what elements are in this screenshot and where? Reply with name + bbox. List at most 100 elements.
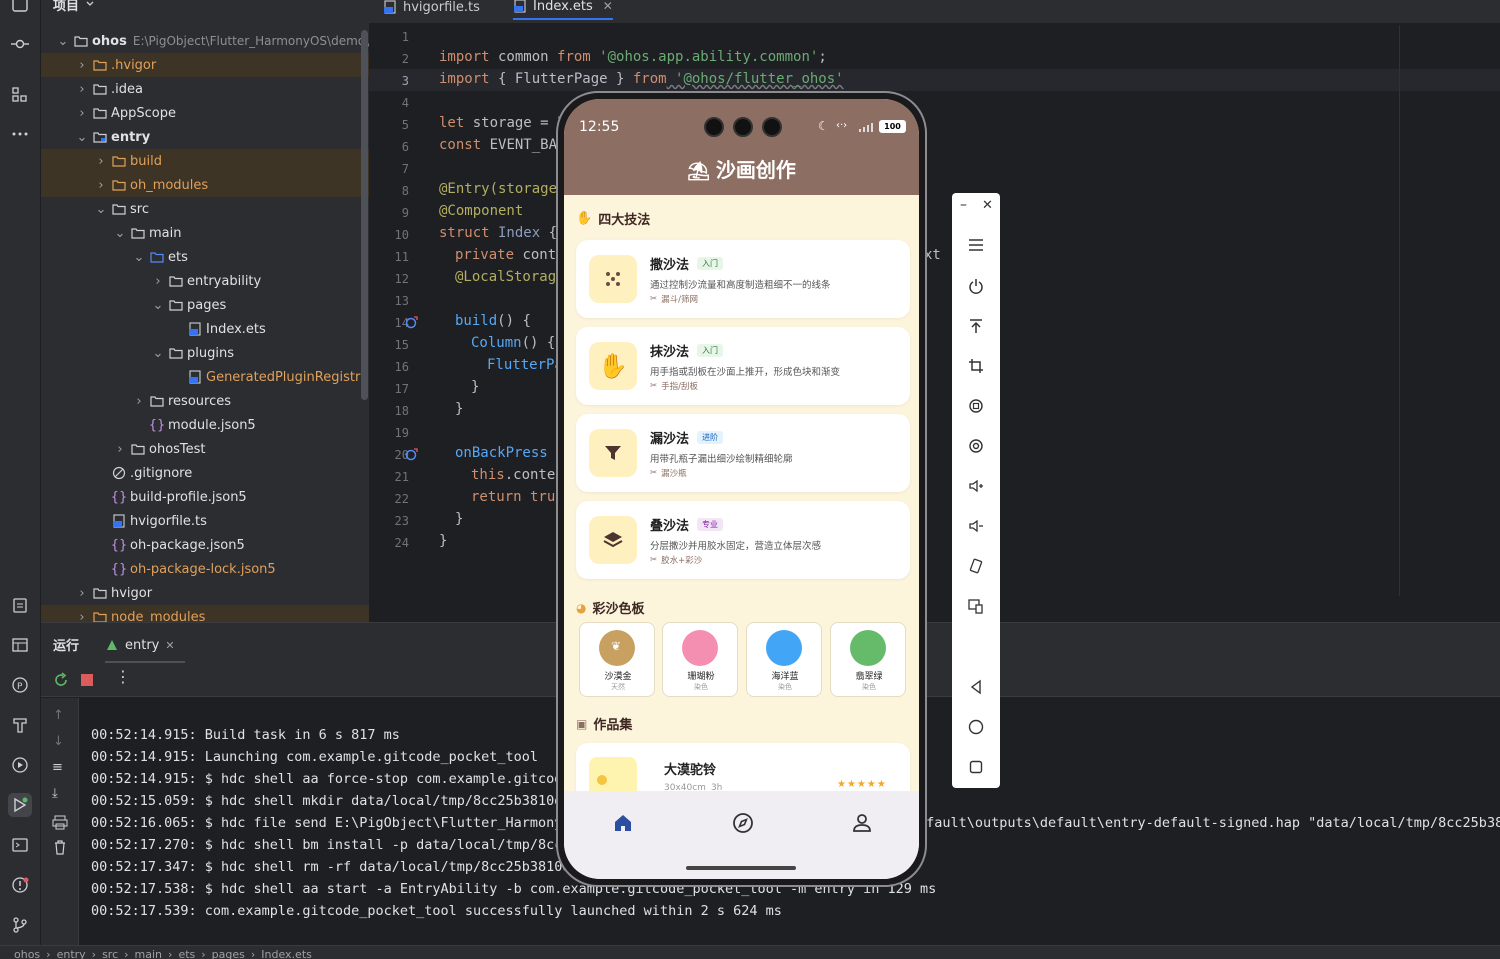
terminal-icon[interactable] [8,833,32,857]
tree-item-oh-package-lock[interactable]: {} oh-package-lock.json5 [41,557,369,581]
upload-icon[interactable] [964,314,988,338]
power-icon[interactable] [964,274,988,298]
tree-item-ohostest[interactable]: › ohosTest [41,437,369,461]
tree-item-oh-package[interactable]: {} oh-package.json5 [41,533,369,557]
tree-item-node-modules[interactable]: › node_modules [41,605,369,622]
screen-record-icon[interactable] [964,434,988,458]
compass-tab-icon[interactable] [731,811,755,835]
scroll-to-end-icon[interactable]: ⤓ [52,786,58,801]
print-icon[interactable] [52,814,68,830]
home-indicator[interactable] [686,866,796,870]
chevron-right-icon[interactable]: › [74,57,90,73]
menu-icon[interactable] [964,233,988,257]
rotate-icon[interactable] [964,394,988,418]
chevron-down-icon[interactable]: ⌄ [112,225,128,241]
run-tab-entry[interactable]: entry ✕ [105,629,185,663]
chevron-right-icon[interactable]: › [131,393,147,409]
project-view-icon[interactable] [8,0,32,18]
commit-icon[interactable] [8,32,32,56]
override-gutter-icon[interactable] [405,447,419,461]
chevron-right-icon[interactable]: › [112,441,128,457]
crop-icon[interactable] [964,354,988,378]
tree-item-resources[interactable]: › resources [41,389,369,413]
color-swatch[interactable]: 珊瑚粉 染色 [662,622,738,697]
build-icon[interactable] [8,713,32,737]
tab-index-ets[interactable]: Index.ets ✕ [513,0,613,20]
code-editor[interactable]: 1 2 3 4 5 6 7 8 9 10 11 12 13 14 15 16 1… [369,25,1500,596]
rerun-icon[interactable] [53,672,69,688]
tree-item-ohos[interactable]: ⌄ ohos E:\PigObject\Flutter_HarmonyOS\de… [41,29,369,53]
technique-card[interactable]: ✋ 抹沙法 入门 用手指或刮板在沙面上推开，形成色块和渐变 ✂ 手指/刮板 [576,327,910,405]
layout-inspector-icon[interactable] [8,633,32,657]
stop-icon[interactable] [80,673,94,687]
more-options-icon[interactable]: ⋮ [115,667,131,686]
tree-item-oh-modules[interactable]: › oh_modules [41,173,369,197]
home-tab-icon[interactable] [611,811,635,835]
chevron-down-icon[interactable]: ⌄ [93,201,109,217]
scroll-up-icon[interactable]: ↑ [53,708,64,723]
breadcrumb-item[interactable]: src [102,948,118,959]
tree-item-hvigor-hidden[interactable]: › .hvigor [41,53,369,77]
volume-down-icon[interactable] [964,514,988,538]
tab-hvigorfile[interactable]: hvigorfile.ts [383,0,480,20]
tree-item-entry[interactable]: ⌄ entry [41,125,369,149]
chevron-down-icon[interactable]: ⌄ [131,249,147,265]
breadcrumb-item[interactable]: pages [212,948,245,959]
profile-tab-icon[interactable] [850,811,874,835]
breadcrumb-item[interactable]: Index.ets [261,948,312,959]
technique-card[interactable]: 叠沙法 专业 分层撒沙并用胶水固定，营造立体层次感 ✂ 胶水+彩沙 [576,501,910,579]
close-tab-icon[interactable]: ✕ [603,0,613,13]
more-tools-icon[interactable] [8,122,32,146]
chevron-right-icon[interactable]: › [74,609,90,623]
close-tab-icon[interactable]: ✕ [165,639,174,652]
project-panel-header[interactable]: 项目 [53,0,95,14]
home-nav-icon[interactable] [964,715,988,739]
breadcrumb-item[interactable]: entry [57,948,86,959]
trash-icon[interactable] [52,839,68,855]
tree-item-src[interactable]: ⌄ src [41,197,369,221]
tree-item-build-profile[interactable]: {} build-profile.json5 [41,485,369,509]
tree-item-hvigorfile[interactable]: hvigorfile.ts [41,509,369,533]
color-swatch[interactable]: 翡翠绿 染色 [830,622,906,697]
technique-card[interactable]: 漏沙法 进阶 用带孔瓶子漏出细沙绘制精细轮廓 ✂ 漏沙瓶 [576,414,910,492]
run-tool-icon[interactable] [8,793,32,817]
tree-item-ets[interactable]: ⌄ ets [41,245,369,269]
chevron-down-icon[interactable]: ⌄ [55,33,71,49]
tree-item-generated-plugin[interactable]: GeneratedPluginRegistrant.e [41,365,369,389]
tree-item-build[interactable]: › build [41,149,369,173]
structure-icon[interactable] [8,83,32,107]
git-icon[interactable] [8,913,32,937]
tree-item-plugins[interactable]: ⌄ plugins [41,341,369,365]
chevron-right-icon[interactable]: › [150,273,166,289]
chevron-down-icon[interactable]: ⌄ [150,297,166,313]
tree-item-module-json5[interactable]: {} module.json5 [41,413,369,437]
chevron-right-icon[interactable]: › [93,153,109,169]
breadcrumb-item[interactable]: main [135,948,162,959]
profiler-icon[interactable]: P [8,673,32,697]
override-gutter-icon[interactable] [405,315,419,329]
color-swatch[interactable]: 海洋蓝 染色 [746,622,822,697]
problems-icon[interactable] [8,873,32,897]
multi-screen-icon[interactable] [964,594,988,618]
scroll-down-icon[interactable]: ↓ [53,734,64,749]
phone-screen[interactable]: 12:55 ☾ ‹·› 100 ⛱ 沙画创作 ✋ 四大技法 撒沙法 入门 通过控制沙流… [564,99,919,879]
tree-item-gitignore[interactable]: .gitignore [41,461,369,485]
soft-wrap-icon[interactable]: ≡ [52,760,63,775]
breadcrumb-item[interactable]: ohos [14,948,40,959]
chevron-right-icon[interactable]: › [74,81,90,97]
tree-item-index-ets[interactable]: Index.ets [41,317,369,341]
tree-item-hvigor[interactable]: › hvigor [41,581,369,605]
close-icon[interactable]: ✕ [982,198,993,213]
tree-item-appscope[interactable]: › AppScope [41,101,369,125]
services-icon[interactable] [8,753,32,777]
tree-item-entryability[interactable]: › entryability [41,269,369,293]
back-nav-icon[interactable] [964,675,988,699]
tree-item-main[interactable]: ⌄ main [41,221,369,245]
tree-item-idea[interactable]: › .idea [41,77,369,101]
recents-nav-icon[interactable] [964,755,988,779]
chevron-right-icon[interactable]: › [74,585,90,601]
todo-icon[interactable] [8,593,32,617]
breadcrumb-item[interactable]: ets [178,948,195,959]
rotate-device-icon[interactable] [964,554,988,578]
chevron-down-icon[interactable]: ⌄ [150,345,166,361]
